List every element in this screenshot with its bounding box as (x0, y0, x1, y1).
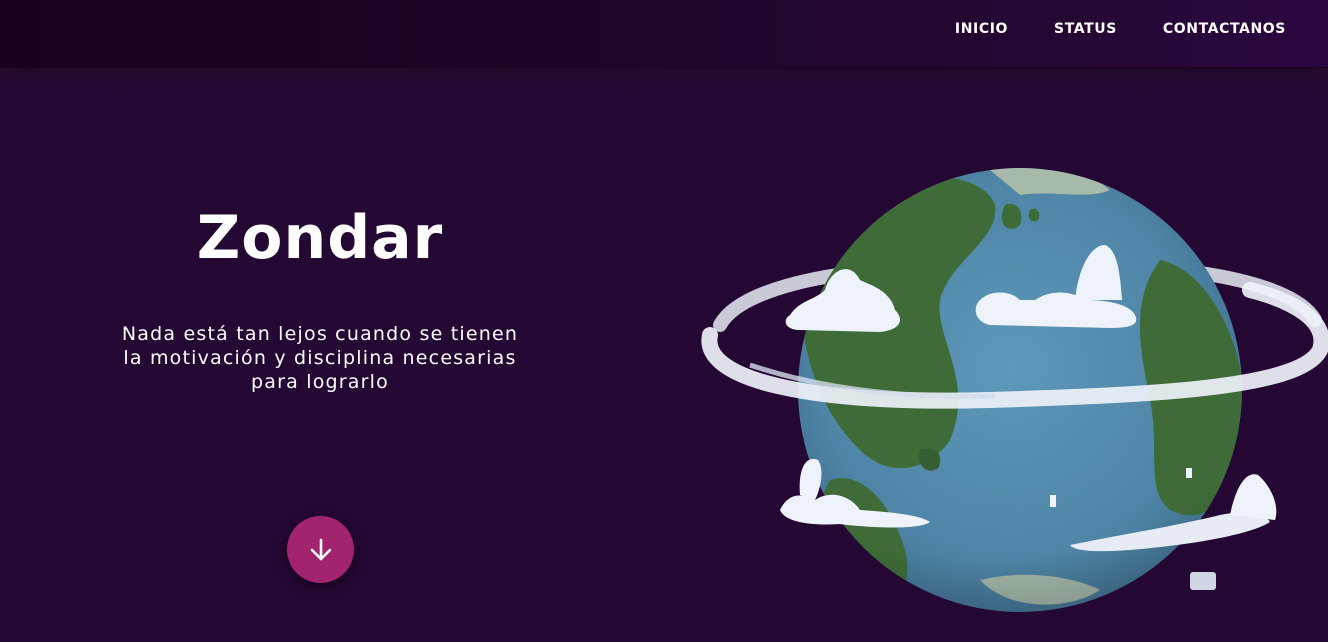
hero-subtitle: Nada está tan lejos cuando se tienen la … (121, 323, 519, 393)
nav-menu: INICIO STATUS CONTACTANOS (955, 21, 1286, 37)
scroll-down-button[interactable] (287, 516, 354, 583)
top-navbar: INICIO STATUS CONTACTANOS (0, 0, 1328, 68)
landing-page: INICIO STATUS CONTACTANOS Zondar Nada es… (0, 0, 1328, 642)
hero-title: Zondar (196, 203, 444, 273)
nav-link-status[interactable]: STATUS (1054, 21, 1117, 37)
planet-illustration (690, 150, 1328, 630)
navbar-shadow (0, 67, 1328, 97)
nav-link-contactanos[interactable]: CONTACTANOS (1163, 21, 1286, 37)
arrow-down-icon (310, 538, 331, 560)
planet-icon (701, 168, 1328, 612)
nav-link-inicio[interactable]: INICIO (955, 21, 1008, 37)
